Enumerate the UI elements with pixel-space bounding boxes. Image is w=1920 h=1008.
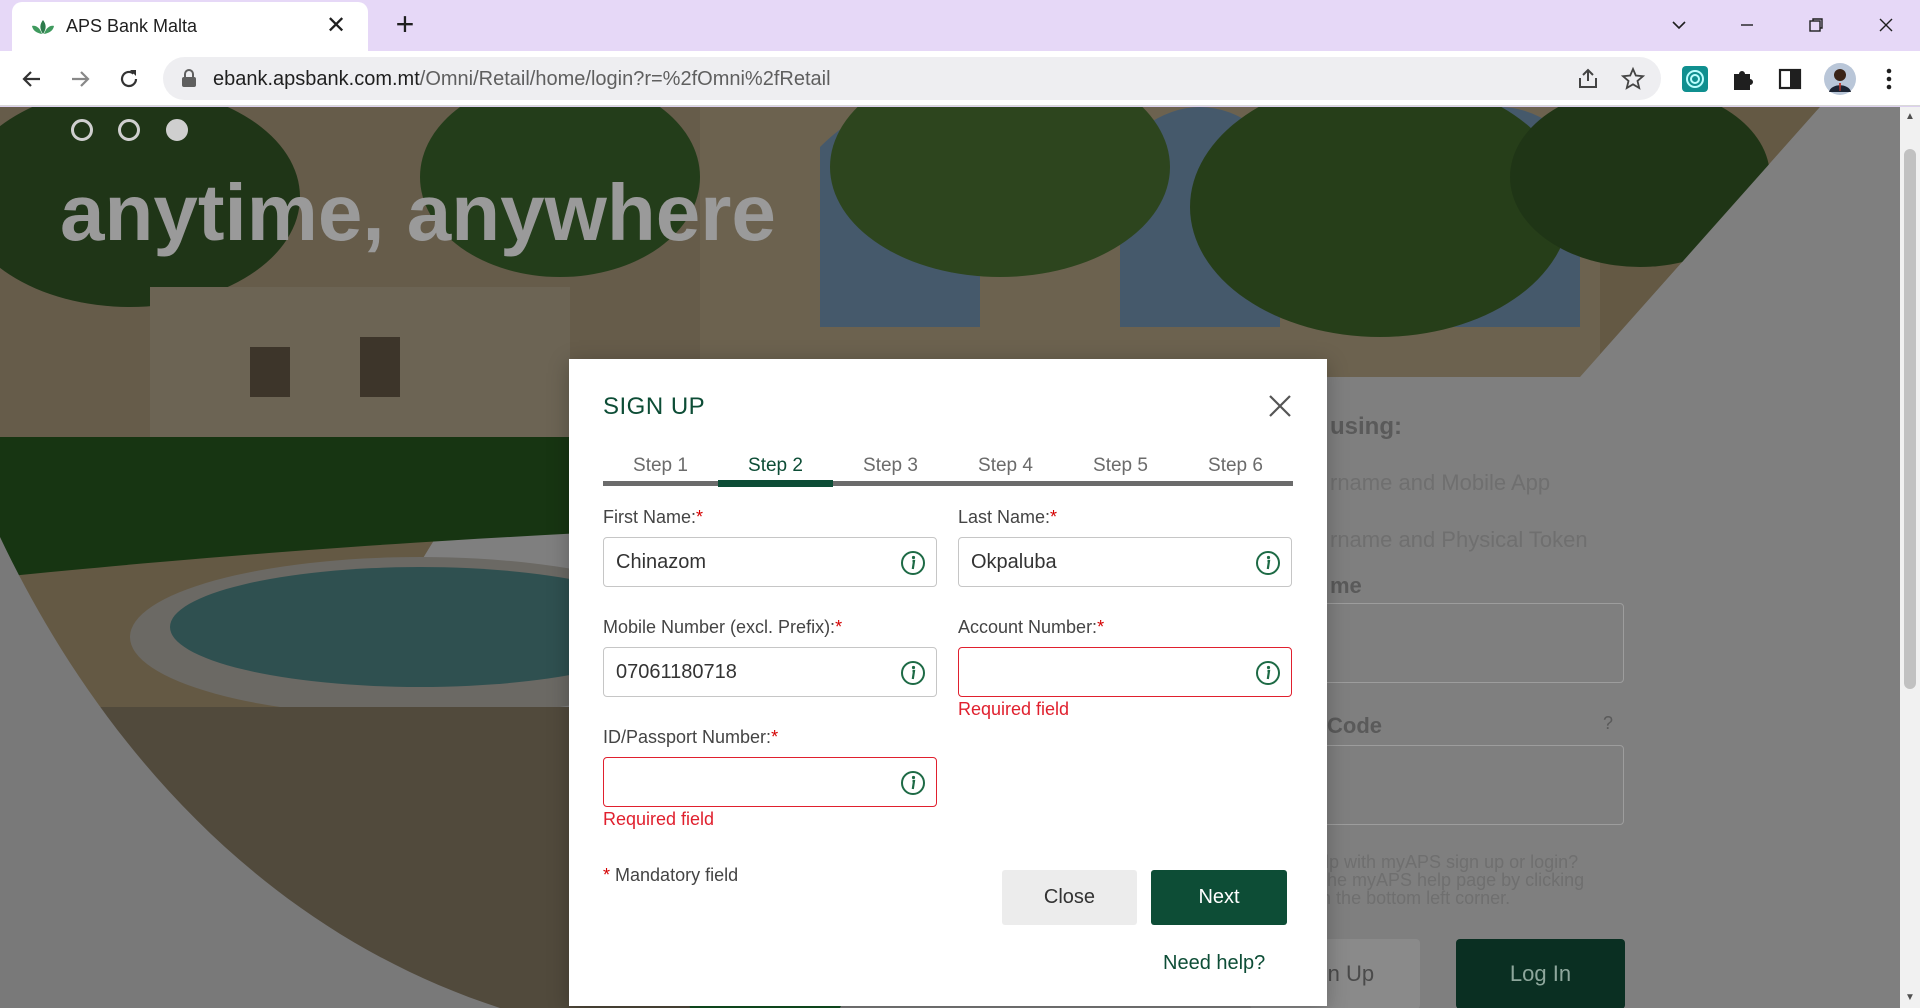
aps-logo-icon <box>32 20 54 34</box>
id-passport-error: Required field <box>603 809 715 829</box>
lock-icon[interactable] <box>181 69 197 88</box>
mobile-number-field[interactable] <box>603 647 937 697</box>
signup-modal: SIGN UP Step 1 Step 2 Step 3 Step 4 Step… <box>569 359 1327 1006</box>
scroll-thumb[interactable] <box>1904 149 1916 689</box>
login-option-physical-token[interactable]: rname and Physical Token <box>1330 527 1588 553</box>
scroll-down-arrow-icon[interactable]: ▼ <box>1900 988 1920 1008</box>
step-progress: Step 1 Step 2 Step 3 Step 4 Step 5 Step … <box>603 455 1293 487</box>
step-6-tab: Step 6 <box>1208 455 1263 476</box>
side-panel-icon[interactable] <box>1775 64 1805 94</box>
last-name-label-text: Last Name: <box>958 507 1051 527</box>
account-number-input[interactable] <box>971 648 1241 696</box>
puzzle-extensions-icon[interactable] <box>1728 64 1758 94</box>
modal-close-icon[interactable] <box>1265 391 1295 421</box>
info-icon[interactable] <box>1255 550 1281 576</box>
url-host: ebank.apsbank.com.mt <box>213 68 420 90</box>
required-marker: * <box>603 865 611 885</box>
mandatory-note-text: Mandatory field <box>615 865 739 885</box>
required-marker: * <box>835 617 843 637</box>
step-1-tab: Step 1 <box>633 455 688 476</box>
info-icon[interactable] <box>1255 660 1281 686</box>
required-marker: * <box>696 507 704 527</box>
required-marker: * <box>1050 507 1058 527</box>
account-number-label: Account Number:* <box>958 617 1104 638</box>
minimize-icon[interactable] <box>1727 8 1767 42</box>
window-close-icon[interactable] <box>1866 8 1906 42</box>
step-4-tab: Step 4 <box>978 455 1033 476</box>
carousel-dot[interactable] <box>71 119 93 141</box>
need-help-link[interactable]: Need help? <box>1163 952 1265 975</box>
code-label: Code <box>1327 713 1382 738</box>
account-number-label-text: Account Number: <box>958 617 1098 637</box>
last-name-field[interactable] <box>958 537 1292 587</box>
close-button[interactable]: Close <box>1002 870 1137 925</box>
address-bar[interactable]: ebank.apsbank.com.mt/Omni/Retail/home/lo… <box>163 57 1661 100</box>
first-name-label: First Name:* <box>603 507 703 528</box>
scroll-up-arrow-icon[interactable]: ▲ <box>1900 107 1920 127</box>
profile-avatar[interactable] <box>1824 63 1856 95</box>
mobile-number-label: Mobile Number (excl. Prefix):* <box>603 617 842 638</box>
next-button[interactable]: Next <box>1151 870 1287 925</box>
carousel-dot-active[interactable] <box>166 119 188 141</box>
mobile-number-input[interactable] <box>616 648 886 696</box>
last-name-label: Last Name:* <box>958 507 1057 528</box>
info-icon[interactable] <box>900 770 926 796</box>
url-text[interactable]: ebank.apsbank.com.mt/Omni/Retail/home/lo… <box>213 68 831 91</box>
hero-title: anytime, anywhere <box>60 168 776 257</box>
id-passport-field[interactable] <box>603 757 937 807</box>
step-progress-track <box>603 481 1293 486</box>
background-login-button[interactable]: Log In <box>1456 939 1625 1008</box>
forward-arrow-icon[interactable] <box>64 63 96 95</box>
mandatory-note: * Mandatory field <box>603 865 738 886</box>
step-progress-active-indicator <box>718 480 833 487</box>
browser-menu-icon[interactable] <box>1874 64 1904 94</box>
id-passport-label: ID/Passport Number:* <box>603 727 778 748</box>
account-number-field[interactable] <box>958 647 1292 697</box>
back-arrow-icon[interactable] <box>16 63 48 95</box>
new-tab-icon[interactable]: + <box>389 8 421 41</box>
info-icon[interactable] <box>900 660 926 686</box>
bookmark-star-icon[interactable] <box>1620 66 1646 92</box>
info-icon[interactable] <box>900 550 926 576</box>
first-name-input[interactable] <box>616 538 886 586</box>
mobile-number-label-text: Mobile Number (excl. Prefix): <box>603 617 836 637</box>
extension-icon[interactable] <box>1680 64 1710 94</box>
tab-strip: APS Bank Malta ✕ + <box>0 0 1920 51</box>
url-path: /Omni/Retail/home/login?r=%2fOmni%2fReta… <box>419 68 831 90</box>
reload-icon[interactable] <box>113 63 145 95</box>
browser-toolbar: ebank.apsbank.com.mt/Omni/Retail/home/lo… <box>0 51 1920 106</box>
tab-search-chevron-icon[interactable] <box>1659 8 1699 42</box>
first-name-field[interactable] <box>603 537 937 587</box>
username-label: me <box>1330 573 1362 598</box>
account-number-error: Required field <box>958 699 1070 719</box>
code-help-icon[interactable]: ? <box>1603 713 1613 734</box>
browser-tab[interactable]: APS Bank Malta ✕ <box>12 2 368 51</box>
id-passport-label-text: ID/Passport Number: <box>603 727 772 747</box>
last-name-input[interactable] <box>971 538 1241 586</box>
login-option-mobile-app[interactable]: rname and Mobile App <box>1330 470 1550 496</box>
page-scrollbar[interactable]: ▲ ▼ <box>1900 107 1920 1008</box>
modal-title: SIGN UP <box>603 393 706 420</box>
step-5-tab: Step 5 <box>1093 455 1148 476</box>
restore-icon[interactable] <box>1796 8 1836 42</box>
login-heading: using: <box>1330 413 1402 440</box>
required-marker: * <box>1097 617 1105 637</box>
carousel-dot[interactable] <box>118 119 140 141</box>
first-name-label-text: First Name: <box>603 507 697 527</box>
step-2-tab: Step 2 <box>748 455 803 476</box>
tab-close-icon[interactable]: ✕ <box>322 12 350 40</box>
tab-title: APS Bank Malta <box>66 16 198 36</box>
id-passport-input[interactable] <box>616 758 886 806</box>
share-icon[interactable] <box>1575 66 1601 92</box>
page-viewport: anytime, anywhere using: rname and Mobil… <box>0 107 1920 1008</box>
step-3-tab: Step 3 <box>863 455 918 476</box>
required-marker: * <box>771 727 779 747</box>
